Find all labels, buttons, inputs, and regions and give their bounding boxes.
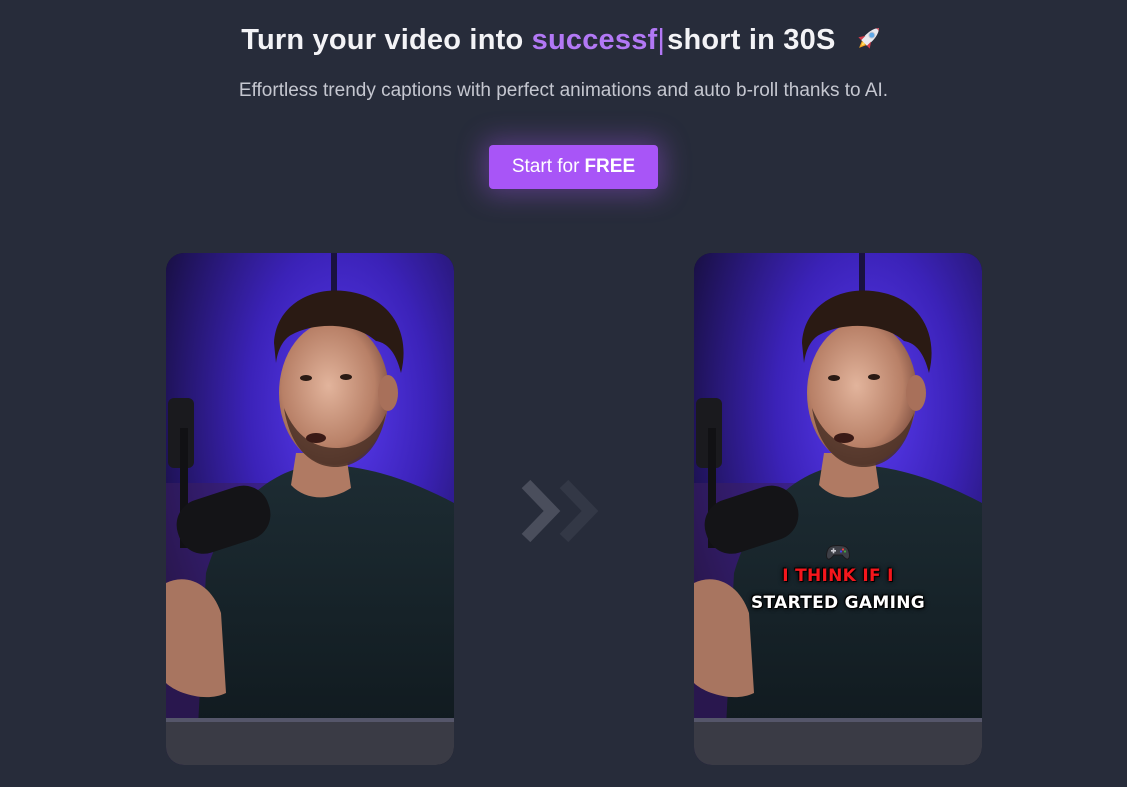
before-video-frame: [166, 253, 454, 765]
hero-title: Turn your video into successf|short in 3…: [0, 24, 1127, 58]
caption-line-1: I THINK IF I: [782, 566, 894, 586]
before-video-preview[interactable]: [166, 253, 454, 765]
start-free-button[interactable]: Start for FREE: [489, 145, 658, 189]
start-free-label-bold: FREE: [584, 156, 636, 177]
rocket-icon: [858, 28, 879, 49]
game-controller-icon: [826, 545, 850, 560]
double-chevron-right-icon: [521, 479, 599, 543]
after-video-frame: [694, 253, 982, 765]
hero-title-prefix: Turn your video into: [241, 24, 532, 56]
after-video-preview[interactable]: I THINK IF I STARTED GAMING: [694, 253, 982, 765]
hero-subtitle: Effortless trendy captions with perfect …: [238, 80, 889, 101]
hero-title-accent: successf: [531, 24, 658, 56]
caption-line-2: STARTED GAMING: [751, 593, 925, 613]
start-free-label: Start for: [511, 156, 580, 177]
hero-title-suffix: short in 30S: [667, 24, 836, 56]
typing-caret: |: [657, 24, 666, 56]
